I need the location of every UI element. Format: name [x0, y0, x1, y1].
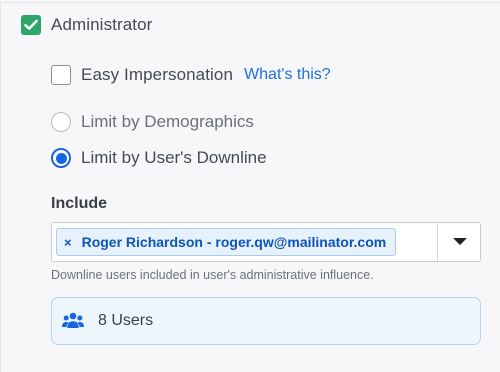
- remove-tag-icon[interactable]: ×: [64, 235, 72, 250]
- users-icon: [62, 312, 84, 328]
- limit-by-demographics-option[interactable]: Limit by Demographics: [51, 112, 254, 132]
- administrator-checkbox[interactable]: [21, 15, 41, 35]
- users-count: 8 Users: [98, 312, 154, 329]
- checkmark-icon: [24, 19, 38, 30]
- panel-border: [0, 3, 1, 372]
- selected-user-tag: × Roger Richardson - roger.qw@mailinator…: [56, 228, 397, 256]
- limit-by-demographics-label: Limit by Demographics: [81, 112, 254, 131]
- whats-this-link[interactable]: What's this?: [244, 66, 331, 84]
- radio-selected-dot: [55, 152, 67, 164]
- include-select[interactable]: × Roger Richardson - roger.qw@mailinator…: [51, 222, 481, 262]
- administrator-label: Administrator: [51, 15, 153, 34]
- easy-impersonation-checkbox[interactable]: [51, 65, 71, 85]
- section-divider: [0, 2, 500, 3]
- easy-impersonation-option[interactable]: Easy Impersonation What's this?: [51, 65, 331, 85]
- limit-by-downline-option[interactable]: Limit by User's Downline: [51, 148, 267, 168]
- select-divider: [437, 223, 438, 261]
- include-label: Include: [51, 195, 108, 212]
- include-help-text: Downline users included in user's admini…: [51, 268, 374, 282]
- administrator-option[interactable]: Administrator: [21, 15, 152, 35]
- limit-by-downline-radio[interactable]: [51, 148, 71, 168]
- selected-user-tag-label: Roger Richardson - roger.qw@mailinator.c…: [81, 234, 387, 250]
- users-summary-box: 8 Users: [51, 297, 481, 345]
- easy-impersonation-label: Easy Impersonation: [81, 65, 234, 84]
- limit-by-demographics-radio[interactable]: [51, 112, 71, 132]
- limit-by-downline-label: Limit by User's Downline: [81, 148, 267, 167]
- chevron-down-icon[interactable]: [453, 238, 467, 245]
